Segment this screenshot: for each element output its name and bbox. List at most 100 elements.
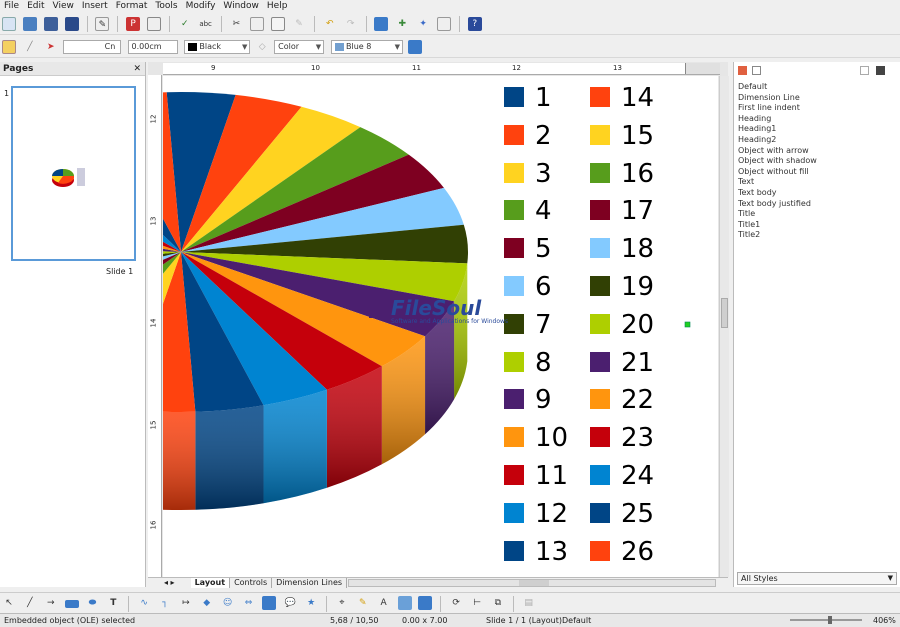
extrusion-icon[interactable]: ▤	[522, 596, 536, 610]
gallery-icon[interactable]	[437, 17, 451, 31]
fill-format-icon[interactable]	[860, 66, 869, 75]
chart-icon[interactable]	[374, 17, 389, 31]
cut-icon[interactable]: ✂	[229, 17, 243, 31]
style-list-item[interactable]: Title2	[738, 230, 898, 241]
clone-icon[interactable]: ✎	[292, 17, 306, 31]
paste-icon[interactable]	[271, 17, 286, 31]
tab-controls[interactable]: Controls	[230, 578, 273, 588]
hscroll-thumb[interactable]	[519, 580, 549, 586]
menu-tools[interactable]: Tools	[151, 0, 181, 13]
autospell-icon[interactable]: abc	[199, 17, 213, 31]
style-list-item[interactable]: Default	[738, 82, 898, 93]
points-icon[interactable]: ⌖	[335, 596, 349, 610]
stars-icon[interactable]: ★	[304, 596, 318, 610]
presentation-styles-icon[interactable]	[752, 66, 761, 75]
select-icon[interactable]: ↖	[2, 596, 16, 610]
redo-icon[interactable]: ↷	[344, 17, 358, 31]
ellipse-icon[interactable]: ⬬	[86, 596, 100, 610]
fontwork-icon[interactable]: A	[377, 596, 391, 610]
scroll-thumb[interactable]	[721, 298, 728, 328]
zoom-slider-thumb[interactable]	[828, 616, 832, 624]
style-list-item[interactable]: Title1	[738, 220, 898, 231]
gallery-draw-icon[interactable]	[418, 596, 433, 610]
horizontal-scrollbar[interactable]	[348, 579, 716, 587]
symbol-shapes-icon[interactable]: ☺	[221, 596, 235, 610]
menu-insert[interactable]: Insert	[78, 0, 112, 13]
style-list-item[interactable]: Text	[738, 177, 898, 188]
tab-dimension-lines[interactable]: Dimension Lines	[272, 578, 348, 588]
close-icon[interactable]: ✕	[133, 62, 141, 76]
copy-icon[interactable]	[250, 17, 265, 31]
line-style-select[interactable]: Cn	[62, 40, 121, 54]
new-style-icon[interactable]	[876, 66, 885, 75]
new-icon[interactable]	[2, 17, 16, 31]
styles-filter-select[interactable]: All Styles ▼	[737, 572, 897, 585]
style-list-item[interactable]: Object without fill	[738, 167, 898, 178]
callouts-icon[interactable]: 💬	[283, 596, 297, 610]
glue-points-icon[interactable]: ✎	[356, 596, 370, 610]
export-pdf-icon[interactable]: P	[126, 17, 141, 31]
style-list-item[interactable]: Heading	[738, 114, 898, 125]
style-list-item[interactable]: Heading1	[738, 124, 898, 135]
style-list-item[interactable]: Text body	[738, 188, 898, 199]
line-icon[interactable]: ╱	[23, 40, 37, 54]
text-icon[interactable]: T	[106, 596, 120, 610]
flowchart-icon[interactable]	[262, 596, 277, 610]
draw-functions-icon[interactable]: ✦	[416, 17, 430, 31]
print-icon[interactable]	[147, 17, 161, 31]
tab-layout[interactable]: Layout	[190, 578, 231, 588]
save-as-icon[interactable]	[64, 17, 79, 31]
arrange-icon[interactable]: ⧉	[491, 596, 505, 610]
open-icon[interactable]	[22, 17, 37, 31]
slide-thumbnail[interactable]	[11, 86, 136, 261]
slide-canvas[interactable]: 1 2 3 4 5 6 7 8 9 10 11 12 13 14 15 16 17 18 19 20 21 22 23 24 2…	[163, 76, 718, 577]
spellcheck-icon[interactable]: ✓	[178, 17, 192, 31]
selection-handle[interactable]	[684, 321, 691, 328]
line-arrow-icon[interactable]: →	[44, 596, 58, 610]
lines-arrows-icon[interactable]: ↦	[179, 596, 193, 610]
connector-icon[interactable]: ┐	[158, 596, 172, 610]
style-list-item[interactable]: Object with shadow	[738, 156, 898, 167]
style-list-item[interactable]: Text body justified	[738, 199, 898, 210]
menu-window[interactable]: Window	[219, 0, 263, 13]
style-list-item[interactable]: Dimension Line	[738, 93, 898, 104]
undo-icon[interactable]: ↶	[323, 17, 337, 31]
graphics-styles-icon[interactable]	[738, 66, 747, 75]
menu-edit[interactable]: Edit	[23, 0, 48, 13]
navigator-icon[interactable]: ✚	[395, 17, 409, 31]
arrow-style-icon[interactable]: ➤	[44, 40, 58, 54]
menu-help[interactable]: Help	[263, 0, 292, 13]
vertical-scrollbar[interactable]	[719, 76, 729, 577]
edit-file-icon[interactable]: ✎	[95, 17, 110, 31]
curve-icon[interactable]: ∿	[137, 596, 151, 610]
rectangle-icon[interactable]	[64, 600, 79, 608]
shadow-icon[interactable]	[407, 40, 422, 54]
zoom-slider[interactable]	[790, 616, 862, 624]
status-size: 0.00 x 7.00	[402, 616, 448, 625]
block-arrows-icon[interactable]: ⇔	[242, 596, 256, 610]
menu-view[interactable]: View	[49, 0, 78, 13]
menu-format[interactable]: Format	[112, 0, 152, 13]
area-icon[interactable]: ◇	[255, 40, 269, 54]
menu-file[interactable]: File	[0, 0, 23, 13]
from-file-icon[interactable]	[397, 596, 412, 610]
tab-nav-icon[interactable]: ◂ ▸	[148, 578, 191, 588]
rotate-icon[interactable]: ⟳	[449, 596, 463, 610]
style-list-item[interactable]: Title	[738, 209, 898, 220]
style-list-item[interactable]: Object with arrow	[738, 146, 898, 157]
line-width-field[interactable]: 0.00cm	[127, 40, 178, 54]
legend-label: 19	[621, 272, 655, 302]
style-list-item[interactable]: First line indent	[738, 103, 898, 114]
area-style-select[interactable]: Color ▼	[274, 40, 325, 54]
help-icon[interactable]: ?	[467, 17, 482, 31]
legend-label: 9	[535, 385, 552, 416]
menu-modify[interactable]: Modify	[182, 0, 220, 13]
line-color-select[interactable]: Black ▼	[184, 40, 251, 54]
basic-shapes-icon[interactable]: ◆	[200, 596, 214, 610]
save-icon[interactable]	[43, 17, 58, 31]
style-list-item[interactable]: Heading2	[738, 135, 898, 146]
styles-icon[interactable]	[2, 40, 16, 54]
align-icon[interactable]: ⊢	[470, 596, 484, 610]
draw-line-icon[interactable]: ╱	[23, 596, 37, 610]
area-color-select[interactable]: Blue 8 ▼	[331, 40, 403, 54]
